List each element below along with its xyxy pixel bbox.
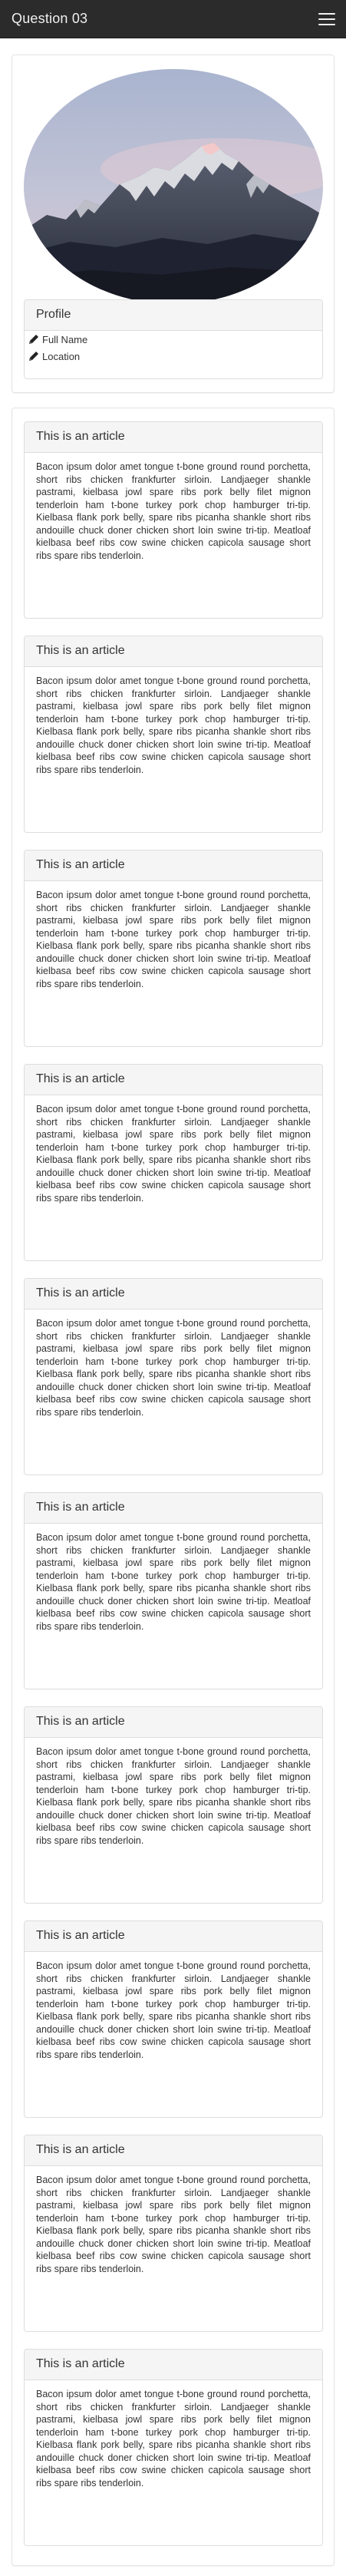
- profile-field-full-name[interactable]: Full Name: [25, 331, 322, 348]
- articles-container: This is an article Bacon ipsum dolor ame…: [12, 408, 334, 2566]
- article-body: Bacon ipsum dolor amet tongue t-bone gro…: [36, 461, 311, 561]
- article-title: This is an article: [25, 1493, 322, 1524]
- article-title: This is an article: [25, 1921, 322, 1952]
- page-title[interactable]: Question 03: [12, 11, 87, 27]
- profile-field-label: Location: [42, 350, 81, 362]
- article-card: This is an article Bacon ipsum dolor ame…: [24, 1064, 323, 1261]
- article-title: This is an article: [25, 1279, 322, 1309]
- article-title: This is an article: [25, 2350, 322, 2380]
- article-body: Bacon ipsum dolor amet tongue t-bone gro…: [36, 2175, 311, 2274]
- article-card: This is an article Bacon ipsum dolor ame…: [24, 850, 323, 1047]
- profile-field-label: Full Name: [42, 333, 88, 345]
- article-title: This is an article: [25, 1707, 322, 1738]
- article-body: Bacon ipsum dolor amet tongue t-bone gro…: [36, 675, 311, 775]
- article-body: Bacon ipsum dolor amet tongue t-bone gro…: [36, 1960, 311, 2060]
- article-title: This is an article: [25, 850, 322, 881]
- pencil-icon: [29, 335, 38, 344]
- article-card: This is an article Bacon ipsum dolor ame…: [24, 2135, 323, 2332]
- article-title: This is an article: [25, 2135, 322, 2166]
- article-body: Bacon ipsum dolor amet tongue t-bone gro…: [36, 1746, 311, 1846]
- article-card: This is an article Bacon ipsum dolor ame…: [24, 1492, 323, 1689]
- article-title: This is an article: [25, 422, 322, 453]
- article-body: Bacon ipsum dolor amet tongue t-bone gro…: [36, 1532, 311, 1632]
- article-body: Bacon ipsum dolor amet tongue t-bone gro…: [36, 890, 311, 989]
- profile-panel: Profile Full Name Location: [24, 299, 323, 379]
- article-body: Bacon ipsum dolor amet tongue t-bone gro…: [36, 2389, 311, 2488]
- article-body: Bacon ipsum dolor amet tongue t-bone gro…: [36, 1104, 311, 1204]
- top-navbar: Question 03: [0, 0, 346, 38]
- article-card: This is an article Bacon ipsum dolor ame…: [24, 1920, 323, 2118]
- article-body: Bacon ipsum dolor amet tongue t-bone gro…: [36, 1318, 311, 1418]
- article-card: This is an article Bacon ipsum dolor ame…: [24, 1706, 323, 1904]
- profile-mountain-image: [24, 69, 323, 304]
- profile-field-location[interactable]: Location: [25, 348, 322, 365]
- article-card: This is an article Bacon ipsum dolor ame…: [24, 421, 323, 619]
- article-title: This is an article: [25, 636, 322, 667]
- profile-heading: Profile: [25, 300, 322, 331]
- article-card: This is an article Bacon ipsum dolor ame…: [24, 636, 323, 833]
- profile-card: Profile Full Name Location: [12, 54, 334, 393]
- hamburger-menu-icon[interactable]: [318, 13, 335, 25]
- article-card: This is an article Bacon ipsum dolor ame…: [24, 1278, 323, 1475]
- article-card: This is an article Bacon ipsum dolor ame…: [24, 2349, 323, 2546]
- pencil-icon: [29, 352, 38, 361]
- article-title: This is an article: [25, 1065, 322, 1095]
